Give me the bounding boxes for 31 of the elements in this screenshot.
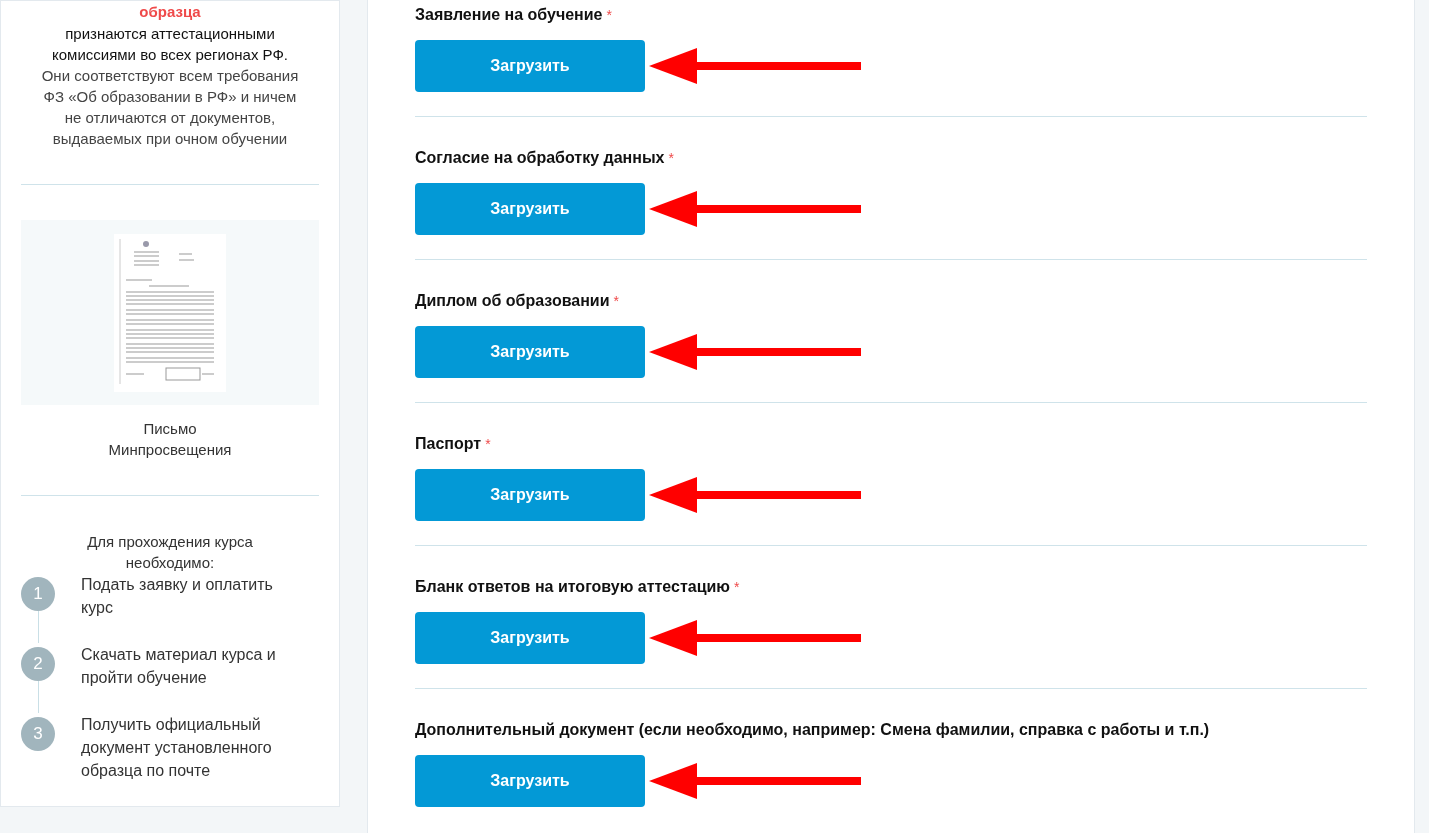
document-caption: Письмо Минпросвещения	[107, 419, 233, 460]
upload-button[interactable]: Загрузить	[415, 612, 645, 664]
upload-button[interactable]: Загрузить	[415, 326, 645, 378]
arrow-icon	[649, 48, 861, 84]
field-label: Паспорт *	[415, 434, 491, 454]
required-asterisk: *	[668, 150, 674, 166]
step-text: Получить официальный документ установленного образца по почте	[81, 715, 273, 781]
arrow-icon	[649, 620, 861, 656]
field-label: Диплом об образовании *	[415, 291, 619, 311]
intro-text: Они соответствуют всем требования ФЗ «Об образовании в РФ» и ничем не отличаются от документов, выдаваемых при очном обучении	[40, 66, 300, 149]
field-label: Заявление на обучение *	[415, 5, 612, 25]
highlight-text: образца	[139, 3, 201, 21]
arrow-icon	[649, 763, 861, 799]
step-text: Подать заявку и оплатить курс	[81, 575, 274, 618]
upload-button[interactable]: Загрузить	[415, 40, 645, 92]
upload-button[interactable]: Загрузить	[415, 755, 645, 807]
required-asterisk: *	[734, 579, 740, 595]
step-text: Скачать материал курса и пройти обучение	[81, 645, 277, 688]
required-asterisk: *	[485, 436, 491, 452]
intro-bold-text: признаются аттестационными комиссиями во всех регионах РФ.	[51, 24, 289, 65]
field-label: Согласие на обработку данных *	[415, 148, 674, 168]
arrow-icon	[649, 191, 861, 227]
field-label: Бланк ответов на итоговую аттестацию *	[415, 577, 740, 597]
arrow-icon	[649, 477, 861, 513]
required-asterisk: *	[613, 293, 619, 309]
upload-button[interactable]: Загрузить	[415, 183, 645, 235]
upload-button[interactable]: Загрузить	[415, 469, 645, 521]
steps-title: Для прохождения курса необходимо:	[86, 532, 254, 573]
arrow-icon	[649, 334, 861, 370]
required-asterisk: *	[606, 7, 612, 23]
field-label: Дополнительный документ (если необходимо, например: Смена фамилии, справка с работы и т.п.)	[415, 720, 1210, 740]
